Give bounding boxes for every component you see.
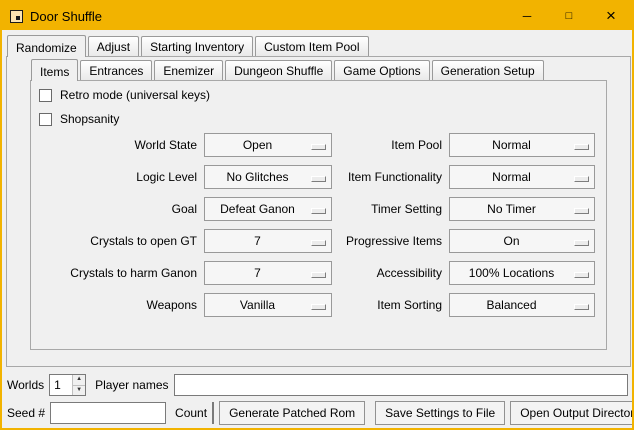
crystals-harm-ganon-label: Crystals to harm Ganon: [32, 261, 197, 285]
player-names-label: Player names: [95, 378, 168, 392]
minimize-button[interactable]: ─: [506, 2, 548, 30]
crystals-open-gt-label: Crystals to open GT: [32, 229, 197, 253]
logic-level-label: Logic Level: [32, 165, 197, 189]
count-value: 1: [213, 403, 214, 423]
count-label: Count: [175, 406, 207, 420]
goal-label: Goal: [32, 197, 197, 221]
tab-game-options[interactable]: Game Options: [334, 60, 429, 80]
window-title: Door Shuffle: [30, 9, 102, 24]
shopsanity-row: Shopsanity: [39, 111, 119, 127]
item-functionality-label: Item Functionality: [302, 165, 442, 189]
tab-items[interactable]: Items: [31, 59, 78, 81]
tab-adjust[interactable]: Adjust: [88, 36, 139, 56]
item-sorting-label: Item Sorting: [302, 293, 442, 317]
dropdown-indicator-icon: [574, 144, 589, 150]
seed-row: Seed # Count 1 ▲ ▼ Generate Patched Rom …: [7, 400, 628, 426]
main-tab-bar: Randomize Adjust Starting Inventory Cust…: [7, 36, 371, 56]
worlds-spinner[interactable]: 1 ▲ ▼: [49, 374, 86, 396]
dropdown-value: Defeat Ganon: [208, 198, 307, 220]
count-spinner[interactable]: 1 ▲ ▼: [212, 402, 214, 424]
timer-setting-label: Timer Setting: [302, 197, 442, 221]
item-functionality-dropdown[interactable]: Normal: [449, 165, 595, 189]
item-pool-dropdown[interactable]: Normal: [449, 133, 595, 157]
dropdown-value: 100% Locations: [453, 262, 570, 284]
dropdown-indicator-icon: [574, 240, 589, 246]
generate-patched-rom-button[interactable]: Generate Patched Rom: [219, 401, 365, 425]
retro-mode-checkbox[interactable]: [39, 89, 52, 102]
tab-custom-item-pool[interactable]: Custom Item Pool: [255, 36, 368, 56]
timer-setting-dropdown[interactable]: No Timer: [449, 197, 595, 221]
retro-mode-row: Retro mode (universal keys): [39, 87, 210, 103]
dropdown-value: No Timer: [453, 198, 570, 220]
save-settings-button[interactable]: Save Settings to File: [375, 401, 505, 425]
accessibility-dropdown[interactable]: 100% Locations: [449, 261, 595, 285]
dropdown-value: Balanced: [453, 294, 570, 316]
progressive-items-dropdown[interactable]: On: [449, 229, 595, 253]
open-output-directory-button[interactable]: Open Output Directory: [510, 401, 634, 425]
dropdown-value: No Glitches: [208, 166, 307, 188]
dropdown-indicator-icon: [574, 304, 589, 310]
spinner-buttons: ▲ ▼: [72, 375, 85, 395]
shopsanity-label: Shopsanity: [60, 111, 119, 127]
dropdown-value: Vanilla: [208, 294, 307, 316]
tab-randomize[interactable]: Randomize: [7, 35, 86, 57]
shopsanity-checkbox[interactable]: [39, 113, 52, 126]
progressive-items-label: Progressive Items: [302, 229, 442, 253]
tab-entrances[interactable]: Entrances: [80, 60, 152, 80]
worlds-row: Worlds 1 ▲ ▼ Player names: [7, 372, 628, 398]
dropdown-value: 7: [208, 262, 307, 284]
seed-input[interactable]: [50, 402, 166, 424]
app-window: Door Shuffle ─ □ × Randomize Adjust Star…: [0, 0, 634, 430]
weapons-label: Weapons: [32, 293, 197, 317]
titlebar[interactable]: Door Shuffle ─ □ ×: [2, 2, 632, 30]
worlds-label: Worlds: [7, 378, 44, 392]
retro-mode-label: Retro mode (universal keys): [60, 87, 210, 103]
accessibility-label: Accessibility: [302, 261, 442, 285]
dropdown-value: Open: [208, 134, 307, 156]
item-sorting-dropdown[interactable]: Balanced: [449, 293, 595, 317]
sub-tab-bar: Items Entrances Enemizer Dungeon Shuffle…: [31, 60, 546, 80]
dropdown-indicator-icon: [574, 272, 589, 278]
player-names-input[interactable]: [174, 374, 629, 396]
tab-starting-inventory[interactable]: Starting Inventory: [141, 36, 253, 56]
tab-enemizer[interactable]: Enemizer: [154, 60, 223, 80]
tab-dungeon-shuffle[interactable]: Dungeon Shuffle: [225, 60, 332, 80]
dropdown-value: On: [453, 230, 570, 252]
worlds-value: 1: [50, 375, 72, 395]
caption-buttons: ─ □ ×: [506, 2, 632, 30]
world-state-label: World State: [32, 133, 197, 157]
spin-up-icon[interactable]: ▲: [73, 375, 85, 386]
dropdown-indicator-icon: [574, 208, 589, 214]
seed-label: Seed #: [7, 406, 45, 420]
close-button[interactable]: ×: [590, 2, 632, 30]
dropdown-value: 7: [208, 230, 307, 252]
maximize-button[interactable]: □: [548, 2, 590, 30]
item-pool-label: Item Pool: [302, 133, 442, 157]
dropdown-indicator-icon: [574, 176, 589, 182]
spin-down-icon[interactable]: ▼: [73, 386, 85, 396]
app-icon: [10, 10, 23, 23]
dropdown-value: Normal: [453, 166, 570, 188]
tab-generation-setup[interactable]: Generation Setup: [432, 60, 544, 80]
dropdown-value: Normal: [453, 134, 570, 156]
